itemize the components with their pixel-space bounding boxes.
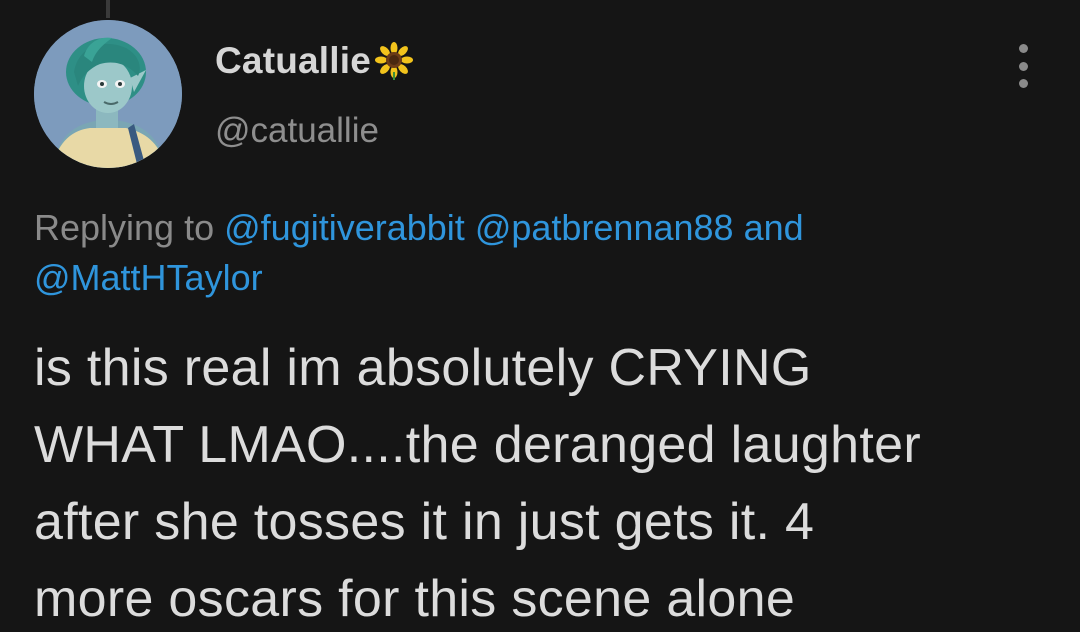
tweet-text-line: after she tosses it in just gets it. 4 bbox=[34, 493, 815, 551]
mention-link[interactable]: @MattHTaylor bbox=[34, 257, 263, 298]
reply-context: Replying to @fugitiverabbit @patbrennan8… bbox=[34, 203, 1054, 303]
tweet-text-line: more oscars for this scene alone bbox=[34, 570, 796, 628]
reply-conjunction[interactable]: and bbox=[744, 207, 804, 248]
tweet-text-line: WHAT LMAO....the deranged laughter bbox=[34, 416, 921, 474]
author-handle[interactable]: @catuallie bbox=[215, 111, 379, 151]
display-name[interactable]: Catuallie bbox=[215, 40, 371, 82]
tweet-text-line: is this real im absolutely CRYING bbox=[34, 339, 812, 397]
reply-prefix: Replying to bbox=[34, 207, 215, 248]
thread-connector-line bbox=[106, 0, 110, 18]
mention-link[interactable]: @patbrennan88 bbox=[475, 207, 734, 248]
avatar-illustration bbox=[34, 20, 182, 168]
author-name-row[interactable]: Catuallie bbox=[215, 40, 414, 82]
mention-link[interactable]: @fugitiverabbit bbox=[224, 207, 465, 248]
sunflower-icon bbox=[375, 42, 414, 80]
avatar[interactable] bbox=[34, 20, 182, 168]
more-vertical-icon[interactable] bbox=[1008, 44, 1038, 88]
tweet-text: is this real im absolutely CRYING WHAT L… bbox=[34, 330, 1064, 632]
